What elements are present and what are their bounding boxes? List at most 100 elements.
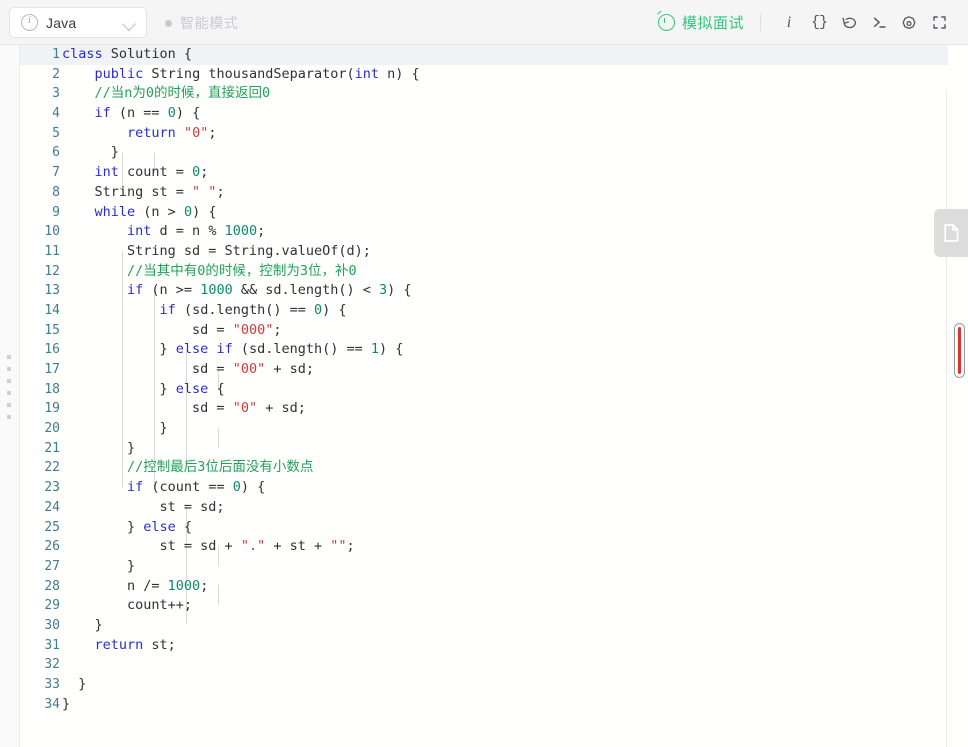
code-editor-app: Java 智能模式 模拟面试 i {}	[0, 0, 968, 747]
code-line[interactable]: 26 st = sd + "." + st + "";	[20, 537, 948, 557]
line-source: }	[62, 143, 119, 163]
line-number: 32	[44, 657, 60, 673]
format-braces-glyph: {}	[810, 14, 828, 31]
alarm-clock-icon	[657, 14, 675, 31]
token-str: "0"	[232, 400, 258, 417]
line-number: 13	[44, 283, 60, 299]
mock-interview-button[interactable]: 模拟面试	[657, 12, 744, 33]
fullscreen-expand-icon[interactable]	[924, 8, 954, 38]
code-line[interactable]: 21 }	[20, 439, 948, 459]
token-kw: else	[143, 518, 176, 535]
chevron-down-icon	[121, 16, 137, 32]
format-braces-icon[interactable]: {}	[804, 8, 834, 38]
token-pl: {	[208, 380, 225, 397]
code-line[interactable]: 1 class Solution {	[20, 45, 948, 65]
code-line[interactable]: 27 }	[20, 557, 948, 577]
line-number: 27	[44, 558, 60, 574]
token-str: "00"	[232, 361, 266, 377]
code-line[interactable]: 11 String sd = String.valueOf(d);	[20, 242, 948, 262]
token-pl: (n >	[135, 203, 184, 220]
line-number: 33	[44, 677, 60, 692]
code-line[interactable]: 10 int d = n % 1000;	[20, 222, 948, 242]
line-source: sd = "00" + sd;	[62, 360, 314, 380]
line-number: 15	[44, 322, 60, 338]
code-content[interactable]: 1 class Solution {2 public String thousan…	[20, 45, 948, 747]
panel-resize-handle[interactable]	[7, 355, 13, 420]
line-source: } else {	[62, 518, 192, 538]
code-line[interactable]: 30 }	[20, 616, 948, 636]
token-num: 0	[232, 479, 241, 496]
token-pl: st = sd +	[62, 538, 241, 555]
code-line[interactable]: 2 public String thousandSeparator(int n)…	[20, 65, 948, 85]
code-line[interactable]: 14 if (sd.length() == 0) {	[20, 301, 948, 321]
console-terminal-icon[interactable]	[864, 8, 894, 38]
line-source: return st;	[62, 636, 176, 656]
editor-vertical-scrollbar[interactable]	[954, 323, 965, 378]
token-pl: Solution {	[102, 46, 193, 62]
code-line[interactable]: 7 int count = 0;	[20, 163, 948, 183]
token-pl: }	[62, 420, 168, 437]
token-kw: if	[159, 301, 176, 318]
token-pl: && sd.length() <	[232, 282, 380, 299]
code-line[interactable]: 19 sd = "0" + sd;	[20, 399, 948, 419]
code-line[interactable]: 24 st = sd;	[20, 498, 948, 518]
code-line[interactable]: 3 //当n为0的时候，直接返回0	[20, 84, 948, 104]
code-line[interactable]: 33 }	[20, 675, 948, 695]
token-pl: d = n %	[151, 223, 225, 240]
code-line[interactable]: 28 n /= 1000;	[20, 577, 948, 597]
code-line[interactable]: 20 }	[20, 419, 948, 439]
token-kw: while	[94, 203, 136, 220]
code-line[interactable]: 8 String st = " ";	[20, 183, 948, 203]
code-line[interactable]: 15 sd = "000";	[20, 321, 948, 341]
code-line[interactable]: 18 } else {	[20, 380, 948, 400]
smart-mode-toggle[interactable]: 智能模式	[165, 13, 238, 33]
token-pl: n) {	[379, 65, 420, 82]
code-line[interactable]: 32	[20, 655, 948, 675]
code-line[interactable]: 29 count++;	[20, 596, 948, 616]
token-kw: if	[216, 341, 233, 358]
line-number: 10	[44, 224, 60, 240]
editor-right-divider	[946, 90, 947, 747]
line-source: if (sd.length() == 0) {	[62, 301, 347, 321]
code-line[interactable]: 13 if (n >= 1000 && sd.length() < 3) {	[20, 281, 948, 301]
code-line[interactable]: 25 } else {	[20, 518, 948, 538]
code-line[interactable]: 16 } else if (sd.length() == 1) {	[20, 340, 948, 360]
token-pl: ;	[200, 164, 209, 181]
language-selector[interactable]: Java	[9, 7, 147, 38]
code-line[interactable]: 22 //控制最后3位后面没有小数点	[20, 458, 948, 478]
code-line[interactable]: 9 while (n > 0) {	[20, 203, 948, 223]
line-source: n /= 1000;	[62, 577, 208, 597]
code-line[interactable]: 17 sd = "00" + sd;	[20, 360, 948, 380]
line-source: //当其中有0的时候，控制为3位，补0	[62, 262, 357, 282]
code-line[interactable]: 5 return "0";	[20, 124, 948, 144]
info-italic-icon[interactable]: i	[774, 8, 804, 38]
code-line[interactable]: 4 if (n == 0) {	[20, 104, 948, 124]
code-lines[interactable]: 1 class Solution {2 public String thousan…	[20, 45, 948, 714]
token-str: ""	[330, 538, 347, 555]
info-italic-glyph: i	[786, 13, 792, 31]
line-number: 31	[44, 637, 60, 653]
code-editor[interactable]: 1 class Solution {2 public String thousan…	[0, 45, 968, 747]
code-line[interactable]: 6 }	[20, 143, 948, 163]
note-panel-tab[interactable]	[934, 209, 968, 257]
reset-rotate-icon[interactable]	[834, 8, 864, 38]
code-line[interactable]: 12 //当其中有0的时候，控制为3位，补0	[20, 262, 948, 282]
token-num: 1000	[200, 282, 233, 299]
code-line[interactable]: 23 if (count == 0) {	[20, 478, 948, 498]
token-num: 1000	[224, 223, 258, 240]
code-line[interactable]: 31 return st;	[20, 636, 948, 656]
scrollbar-thumb[interactable]	[958, 327, 961, 374]
token-pl: + st +	[265, 538, 331, 555]
code-line[interactable]: 34}	[20, 695, 948, 715]
line-number: 11	[44, 243, 60, 259]
line-number: 1	[52, 47, 60, 62]
token-pl: }	[62, 616, 103, 633]
token-pl: sd =	[62, 361, 233, 377]
language-selector-value: Java	[46, 14, 77, 31]
line-number: 7	[52, 165, 60, 181]
settings-gear-icon[interactable]	[894, 8, 924, 38]
toolbar-actions: 模拟面试 i {}	[657, 0, 954, 45]
